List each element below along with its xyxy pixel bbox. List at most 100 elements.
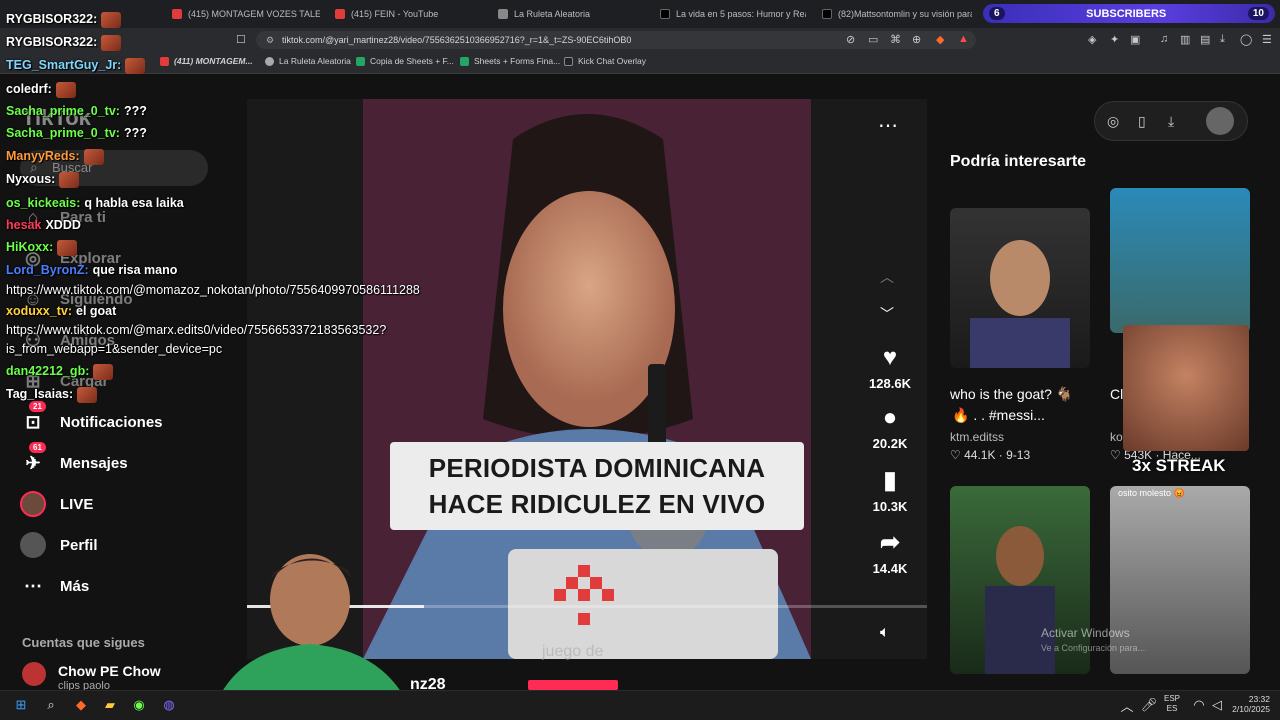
- translate-icon[interactable]: ⌘: [890, 33, 901, 46]
- caption-line-2: HACE RIDICULEZ EN VIVO: [428, 489, 766, 519]
- clock[interactable]: 23:32 2/10/2025: [1228, 694, 1270, 714]
- chat-message: ManyyReds:: [6, 149, 104, 165]
- wifi-icon[interactable]: ◠: [1190, 696, 1208, 714]
- save-button[interactable]: ▮ 10.3K: [862, 466, 918, 514]
- chat-emote-icon: [77, 387, 98, 403]
- card-thumbnail[interactable]: [950, 208, 1090, 368]
- following-name[interactable]: Chow PE Chow: [58, 663, 161, 679]
- chat-username: Lord_ByronZ:: [6, 263, 89, 277]
- bookmark-montagem[interactable]: (411) MONTAGEM...: [160, 56, 253, 66]
- nav-perfil[interactable]: Perfil: [20, 532, 98, 558]
- chat-message: xoduxx_tv: el goat: [6, 304, 116, 318]
- card-title[interactable]: who is the goat? 🐐: [950, 386, 1073, 403]
- chat-text: https://www.tiktok.com/@momazoz_nokotan/…: [6, 283, 420, 297]
- heart-icon: ♥: [882, 344, 898, 371]
- music-icon[interactable]: ♫: [1160, 33, 1168, 45]
- chat-username: RYGBISOR322:: [6, 35, 98, 50]
- tab-vida[interactable]: La vida en 5 pasos: Humor y Realida: [660, 4, 806, 24]
- download-icon[interactable]: ⤓: [1168, 113, 1174, 130]
- menu-icon[interactable]: ☰: [1262, 33, 1272, 46]
- following-avatar[interactable]: [22, 662, 46, 686]
- card-stats: ♡ 44.1K · 9-13: [950, 448, 1031, 462]
- tab-matt[interactable]: (82)Mattsontomlin y su visión para s: [822, 4, 972, 24]
- game-logo-icon: [548, 565, 628, 627]
- bookmark-ruleta[interactable]: La Ruleta Aleatoria: [265, 56, 351, 66]
- nav-live[interactable]: LIVE: [20, 491, 93, 517]
- comment-button[interactable]: ● 20.2K: [862, 404, 918, 451]
- volume-icon[interactable]: 🔈︎: [880, 624, 890, 642]
- chat-emote-icon: [101, 35, 122, 51]
- like-button[interactable]: ♥ 128.6K: [862, 344, 918, 391]
- download-icon[interactable]: ⤓: [1220, 33, 1225, 46]
- tab-label: La Ruleta Aleatoria: [514, 9, 591, 19]
- coins-icon[interactable]: ◎: [1107, 113, 1119, 130]
- nav-mensajes[interactable]: ✈ 61 Mensajes: [20, 442, 128, 476]
- card-title[interactable]: Cl: [1110, 386, 1123, 402]
- chat-text: https://www.tiktok.com/@marx.edits0/vide…: [6, 323, 387, 337]
- card-author[interactable]: ko: [1110, 430, 1123, 444]
- chevron-up-icon[interactable]: ︿: [880, 267, 894, 287]
- chat-message: RYGBISOR322:: [6, 35, 122, 51]
- card-author[interactable]: ktm.editss: [950, 430, 1004, 444]
- volume-icon[interactable]: ◁: [1208, 696, 1226, 714]
- bookmark-sheets-copy[interactable]: Copia de Sheets + F...: [356, 56, 454, 66]
- chat-text: is_from_webapp=1&sender_device=pc: [6, 342, 223, 356]
- nav-mas[interactable]: ⋯ Más: [20, 573, 89, 599]
- chat-text: XDDD: [45, 218, 81, 232]
- sub-count-current: 6: [989, 7, 1005, 20]
- extension-icon[interactable]: ◈: [1088, 33, 1096, 46]
- chat-username: coledrf:: [6, 82, 52, 97]
- site-info-icon[interactable]: ⚙: [266, 35, 274, 46]
- heart-icon: ♡: [1110, 448, 1125, 462]
- windows-taskbar: [0, 690, 1280, 720]
- live-avatar-icon: [20, 491, 46, 517]
- discord-icon[interactable]: ◍: [160, 696, 178, 714]
- chat-message: Nyxous:: [6, 172, 80, 188]
- user-avatar[interactable]: [1206, 107, 1234, 135]
- mic-icon[interactable]: 🎤︎: [1140, 696, 1158, 714]
- zoom-icon[interactable]: ⊕: [912, 33, 921, 46]
- wallet-icon[interactable]: ▤: [1200, 33, 1210, 46]
- language-indicator[interactable]: ESP ES: [1164, 694, 1180, 714]
- rewards-icon[interactable]: ▲: [958, 33, 969, 45]
- extension-icon[interactable]: ✦: [1110, 33, 1119, 46]
- chat-message: Lord_ByronZ: que risa mano: [6, 263, 177, 277]
- video-caption-overlay: PERIODISTA DOMINICANA HACE RIDICULEZ EN …: [390, 442, 804, 530]
- pip-icon[interactable]: ▭: [868, 33, 878, 46]
- bookmark-label: Copia de Sheets + F...: [370, 56, 454, 66]
- tab-montagem[interactable]: (415) MONTAGEM VOZES TALENTI: [172, 4, 320, 24]
- vpn-icon[interactable]: ◯: [1240, 33, 1252, 46]
- reader-icon[interactable]: ⊘: [846, 33, 855, 46]
- following-heading: Cuentas que sigues: [22, 635, 145, 650]
- bookmark-icon[interactable]: ☐: [236, 33, 246, 46]
- chevron-up-icon[interactable]: ︿: [1118, 696, 1136, 714]
- share-button[interactable]: ➦ 14.4K: [862, 528, 918, 576]
- card-thumbnail[interactable]: [1110, 188, 1250, 333]
- share-count: 14.4K: [872, 561, 908, 576]
- clock-date: 2/10/2025: [1232, 704, 1270, 714]
- bookmark-label: Kick Chat Overlay: [578, 56, 647, 66]
- recommend-title: Podría interesarte: [950, 153, 1087, 170]
- extension-icon[interactable]: ▣: [1130, 33, 1140, 46]
- nav-label: Perfil: [60, 536, 98, 554]
- sidebar-icon[interactable]: ▥: [1180, 33, 1190, 46]
- folder-icon[interactable]: ▰: [101, 696, 119, 714]
- comment-icon: ●: [882, 404, 898, 431]
- more-options-icon[interactable]: ⋯: [878, 113, 898, 138]
- obs-icon[interactable]: ◉: [130, 696, 148, 714]
- nav-notificaciones[interactable]: ⊡ 21 Notificaciones: [20, 401, 163, 435]
- chat-username: xoduxx_tv:: [6, 304, 72, 318]
- tab-ruleta[interactable]: La Ruleta Aleatoria: [498, 4, 648, 24]
- follow-button[interactable]: [528, 680, 618, 690]
- tab-fein[interactable]: (415) FEIN - YouTube: [335, 4, 485, 24]
- search-icon[interactable]: ⌕: [42, 696, 60, 714]
- brave-icon[interactable]: ◆: [72, 696, 90, 714]
- more-dots-icon: ⋯: [24, 575, 42, 596]
- bookmark-sheets-forms[interactable]: Sheets + Forms Fina...: [460, 56, 560, 66]
- device-icon[interactable]: ▯: [1138, 113, 1146, 130]
- windows-start-icon[interactable]: ⊞: [12, 696, 30, 714]
- brave-shield-icon[interactable]: ◆: [936, 33, 944, 46]
- bookmark-kick-chat[interactable]: Kick Chat Overlay: [564, 56, 646, 66]
- chevron-down-icon[interactable]: ﹀: [880, 304, 894, 324]
- subscribers-goal-overlay: 6 SUBSCRIBERS 10: [983, 4, 1275, 23]
